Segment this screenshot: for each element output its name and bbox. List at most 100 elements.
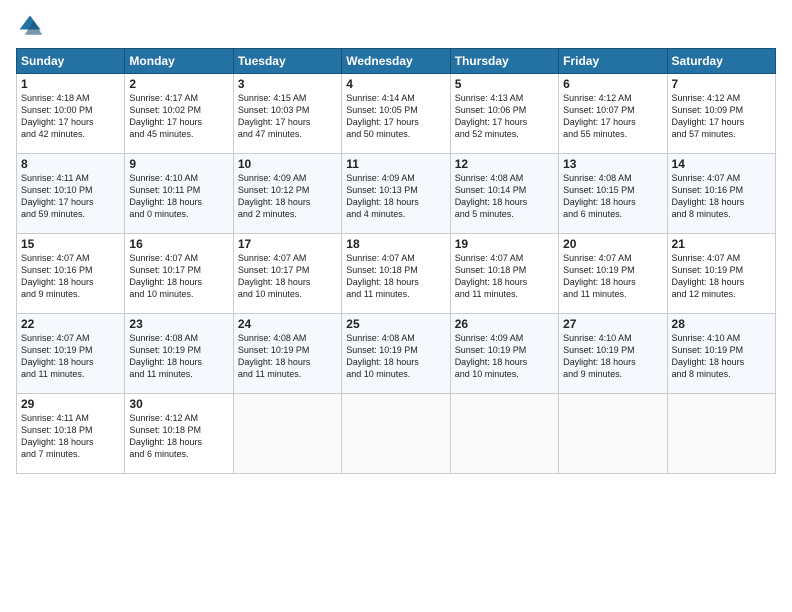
day-number: 16 bbox=[129, 237, 228, 251]
calendar-cell: 30Sunrise: 4:12 AM Sunset: 10:18 PM Dayl… bbox=[125, 394, 233, 474]
day-info: Sunrise: 4:07 AM Sunset: 10:18 PM Daylig… bbox=[455, 252, 554, 301]
calendar-cell: 25Sunrise: 4:08 AM Sunset: 10:19 PM Dayl… bbox=[342, 314, 450, 394]
day-number: 8 bbox=[21, 157, 120, 171]
day-number: 2 bbox=[129, 77, 228, 91]
calendar-cell: 24Sunrise: 4:08 AM Sunset: 10:19 PM Dayl… bbox=[233, 314, 341, 394]
header bbox=[16, 12, 776, 40]
day-info: Sunrise: 4:11 AM Sunset: 10:10 PM Daylig… bbox=[21, 172, 120, 221]
day-info: Sunrise: 4:07 AM Sunset: 10:17 PM Daylig… bbox=[129, 252, 228, 301]
day-info: Sunrise: 4:07 AM Sunset: 10:16 PM Daylig… bbox=[21, 252, 120, 301]
day-number: 12 bbox=[455, 157, 554, 171]
day-number: 21 bbox=[672, 237, 771, 251]
calendar-cell bbox=[450, 394, 558, 474]
calendar-cell: 7Sunrise: 4:12 AM Sunset: 10:09 PM Dayli… bbox=[667, 74, 775, 154]
logo-icon bbox=[16, 12, 44, 40]
day-info: Sunrise: 4:07 AM Sunset: 10:19 PM Daylig… bbox=[21, 332, 120, 381]
calendar-cell: 9Sunrise: 4:10 AM Sunset: 10:11 PM Dayli… bbox=[125, 154, 233, 234]
calendar-cell: 29Sunrise: 4:11 AM Sunset: 10:18 PM Dayl… bbox=[17, 394, 125, 474]
calendar-cell: 16Sunrise: 4:07 AM Sunset: 10:17 PM Dayl… bbox=[125, 234, 233, 314]
day-number: 26 bbox=[455, 317, 554, 331]
calendar-cell: 28Sunrise: 4:10 AM Sunset: 10:19 PM Dayl… bbox=[667, 314, 775, 394]
day-info: Sunrise: 4:07 AM Sunset: 10:18 PM Daylig… bbox=[346, 252, 445, 301]
day-number: 23 bbox=[129, 317, 228, 331]
calendar-cell: 22Sunrise: 4:07 AM Sunset: 10:19 PM Dayl… bbox=[17, 314, 125, 394]
week-row-1: 1Sunrise: 4:18 AM Sunset: 10:00 PM Dayli… bbox=[17, 74, 776, 154]
day-number: 22 bbox=[21, 317, 120, 331]
day-number: 9 bbox=[129, 157, 228, 171]
calendar-header-row: SundayMondayTuesdayWednesdayThursdayFrid… bbox=[17, 49, 776, 74]
calendar-cell: 12Sunrise: 4:08 AM Sunset: 10:14 PM Dayl… bbox=[450, 154, 558, 234]
day-info: Sunrise: 4:07 AM Sunset: 10:19 PM Daylig… bbox=[672, 252, 771, 301]
day-info: Sunrise: 4:07 AM Sunset: 10:19 PM Daylig… bbox=[563, 252, 662, 301]
day-number: 27 bbox=[563, 317, 662, 331]
day-info: Sunrise: 4:08 AM Sunset: 10:19 PM Daylig… bbox=[346, 332, 445, 381]
day-number: 4 bbox=[346, 77, 445, 91]
day-header-friday: Friday bbox=[559, 49, 667, 74]
calendar-cell: 3Sunrise: 4:15 AM Sunset: 10:03 PM Dayli… bbox=[233, 74, 341, 154]
day-info: Sunrise: 4:08 AM Sunset: 10:19 PM Daylig… bbox=[238, 332, 337, 381]
day-number: 1 bbox=[21, 77, 120, 91]
day-number: 25 bbox=[346, 317, 445, 331]
calendar-cell: 6Sunrise: 4:12 AM Sunset: 10:07 PM Dayli… bbox=[559, 74, 667, 154]
day-number: 14 bbox=[672, 157, 771, 171]
day-info: Sunrise: 4:10 AM Sunset: 10:19 PM Daylig… bbox=[563, 332, 662, 381]
day-info: Sunrise: 4:12 AM Sunset: 10:18 PM Daylig… bbox=[129, 412, 228, 461]
calendar-cell: 10Sunrise: 4:09 AM Sunset: 10:12 PM Dayl… bbox=[233, 154, 341, 234]
day-info: Sunrise: 4:17 AM Sunset: 10:02 PM Daylig… bbox=[129, 92, 228, 141]
calendar-cell: 21Sunrise: 4:07 AM Sunset: 10:19 PM Dayl… bbox=[667, 234, 775, 314]
day-info: Sunrise: 4:15 AM Sunset: 10:03 PM Daylig… bbox=[238, 92, 337, 141]
day-info: Sunrise: 4:08 AM Sunset: 10:15 PM Daylig… bbox=[563, 172, 662, 221]
day-info: Sunrise: 4:12 AM Sunset: 10:09 PM Daylig… bbox=[672, 92, 771, 141]
calendar-cell: 23Sunrise: 4:08 AM Sunset: 10:19 PM Dayl… bbox=[125, 314, 233, 394]
calendar-cell: 11Sunrise: 4:09 AM Sunset: 10:13 PM Dayl… bbox=[342, 154, 450, 234]
day-number: 17 bbox=[238, 237, 337, 251]
day-number: 10 bbox=[238, 157, 337, 171]
day-header-monday: Monday bbox=[125, 49, 233, 74]
day-info: Sunrise: 4:09 AM Sunset: 10:13 PM Daylig… bbox=[346, 172, 445, 221]
day-info: Sunrise: 4:10 AM Sunset: 10:19 PM Daylig… bbox=[672, 332, 771, 381]
calendar-cell bbox=[667, 394, 775, 474]
day-header-sunday: Sunday bbox=[17, 49, 125, 74]
day-number: 5 bbox=[455, 77, 554, 91]
day-number: 6 bbox=[563, 77, 662, 91]
day-info: Sunrise: 4:08 AM Sunset: 10:19 PM Daylig… bbox=[129, 332, 228, 381]
day-info: Sunrise: 4:07 AM Sunset: 10:17 PM Daylig… bbox=[238, 252, 337, 301]
calendar-cell: 17Sunrise: 4:07 AM Sunset: 10:17 PM Dayl… bbox=[233, 234, 341, 314]
day-number: 28 bbox=[672, 317, 771, 331]
day-number: 19 bbox=[455, 237, 554, 251]
day-info: Sunrise: 4:18 AM Sunset: 10:00 PM Daylig… bbox=[21, 92, 120, 141]
calendar-cell: 27Sunrise: 4:10 AM Sunset: 10:19 PM Dayl… bbox=[559, 314, 667, 394]
week-row-3: 15Sunrise: 4:07 AM Sunset: 10:16 PM Dayl… bbox=[17, 234, 776, 314]
calendar-cell: 19Sunrise: 4:07 AM Sunset: 10:18 PM Dayl… bbox=[450, 234, 558, 314]
day-header-saturday: Saturday bbox=[667, 49, 775, 74]
week-row-4: 22Sunrise: 4:07 AM Sunset: 10:19 PM Dayl… bbox=[17, 314, 776, 394]
calendar-cell: 14Sunrise: 4:07 AM Sunset: 10:16 PM Dayl… bbox=[667, 154, 775, 234]
calendar-cell: 1Sunrise: 4:18 AM Sunset: 10:00 PM Dayli… bbox=[17, 74, 125, 154]
day-number: 30 bbox=[129, 397, 228, 411]
calendar-cell bbox=[233, 394, 341, 474]
calendar-cell bbox=[342, 394, 450, 474]
day-number: 24 bbox=[238, 317, 337, 331]
calendar-cell: 13Sunrise: 4:08 AM Sunset: 10:15 PM Dayl… bbox=[559, 154, 667, 234]
logo bbox=[16, 12, 48, 40]
calendar-cell bbox=[559, 394, 667, 474]
day-number: 7 bbox=[672, 77, 771, 91]
calendar-cell: 18Sunrise: 4:07 AM Sunset: 10:18 PM Dayl… bbox=[342, 234, 450, 314]
day-info: Sunrise: 4:10 AM Sunset: 10:11 PM Daylig… bbox=[129, 172, 228, 221]
day-number: 18 bbox=[346, 237, 445, 251]
week-row-2: 8Sunrise: 4:11 AM Sunset: 10:10 PM Dayli… bbox=[17, 154, 776, 234]
calendar-table: SundayMondayTuesdayWednesdayThursdayFrid… bbox=[16, 48, 776, 474]
day-header-wednesday: Wednesday bbox=[342, 49, 450, 74]
day-number: 3 bbox=[238, 77, 337, 91]
calendar-cell: 5Sunrise: 4:13 AM Sunset: 10:06 PM Dayli… bbox=[450, 74, 558, 154]
day-number: 15 bbox=[21, 237, 120, 251]
day-info: Sunrise: 4:08 AM Sunset: 10:14 PM Daylig… bbox=[455, 172, 554, 221]
day-info: Sunrise: 4:09 AM Sunset: 10:19 PM Daylig… bbox=[455, 332, 554, 381]
calendar-cell: 15Sunrise: 4:07 AM Sunset: 10:16 PM Dayl… bbox=[17, 234, 125, 314]
day-info: Sunrise: 4:09 AM Sunset: 10:12 PM Daylig… bbox=[238, 172, 337, 221]
day-info: Sunrise: 4:07 AM Sunset: 10:16 PM Daylig… bbox=[672, 172, 771, 221]
day-info: Sunrise: 4:11 AM Sunset: 10:18 PM Daylig… bbox=[21, 412, 120, 461]
calendar-cell: 4Sunrise: 4:14 AM Sunset: 10:05 PM Dayli… bbox=[342, 74, 450, 154]
page: SundayMondayTuesdayWednesdayThursdayFrid… bbox=[0, 0, 792, 612]
day-number: 29 bbox=[21, 397, 120, 411]
